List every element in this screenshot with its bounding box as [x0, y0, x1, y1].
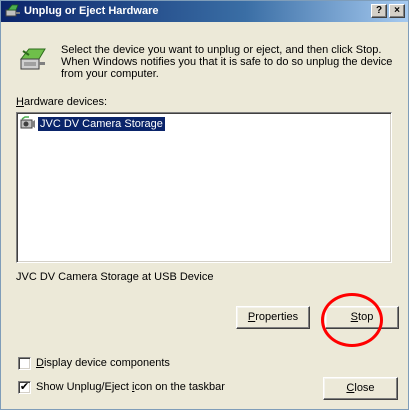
device-label: JVC DV Camera Storage: [37, 116, 166, 132]
unplug-hardware-icon: [19, 48, 46, 70]
display-components-label[interactable]: Display device components: [36, 357, 170, 370]
close-rest: lose: [354, 382, 375, 394]
show-icon-rest: con on the taskbar: [134, 381, 225, 393]
show-icon-label[interactable]: Show Unplug/Eject icon on the taskbar: [36, 381, 225, 394]
hardware-devices-label: Hardware devices:: [16, 96, 107, 109]
unplug-eject-dialog: Unplug or Eject Hardware ? × Select the …: [0, 0, 409, 410]
camera-storage-icon: [20, 116, 35, 129]
stop-accel: S: [350, 311, 359, 323]
hardware-devices-list[interactable]: JVC DV Camera Storage: [16, 112, 392, 263]
list-item[interactable]: JVC DV Camera Storage: [20, 116, 166, 132]
show-icon-prefix: Show Unplug/Eject: [36, 381, 132, 393]
title-bar[interactable]: Unplug or Eject Hardware ? ×: [1, 1, 408, 22]
properties-button[interactable]: Properties: [236, 306, 310, 329]
help-button[interactable]: ?: [371, 4, 387, 18]
properties-rest: roperties: [255, 311, 299, 323]
stop-button[interactable]: Stop: [325, 306, 399, 329]
selected-device-description: JVC DV Camera Storage at USB Device: [16, 271, 214, 283]
hardware-plug-icon: [5, 4, 20, 17]
hardware-label-accel: H: [16, 96, 24, 108]
display-components-accel: D: [36, 357, 44, 369]
display-components-checkbox[interactable]: [18, 357, 31, 370]
show-icon-checkbox[interactable]: ✔: [18, 381, 31, 394]
close-window-button[interactable]: ×: [389, 4, 405, 18]
display-components-rest: isplay device components: [43, 357, 170, 369]
close-button[interactable]: Close: [323, 377, 398, 400]
instruction-text: Select the device you want to unplug or …: [61, 44, 393, 80]
window-title: Unplug or Eject Hardware: [24, 5, 159, 17]
hardware-label-rest: ardware devices:: [23, 96, 108, 108]
stop-rest: top: [358, 311, 374, 323]
